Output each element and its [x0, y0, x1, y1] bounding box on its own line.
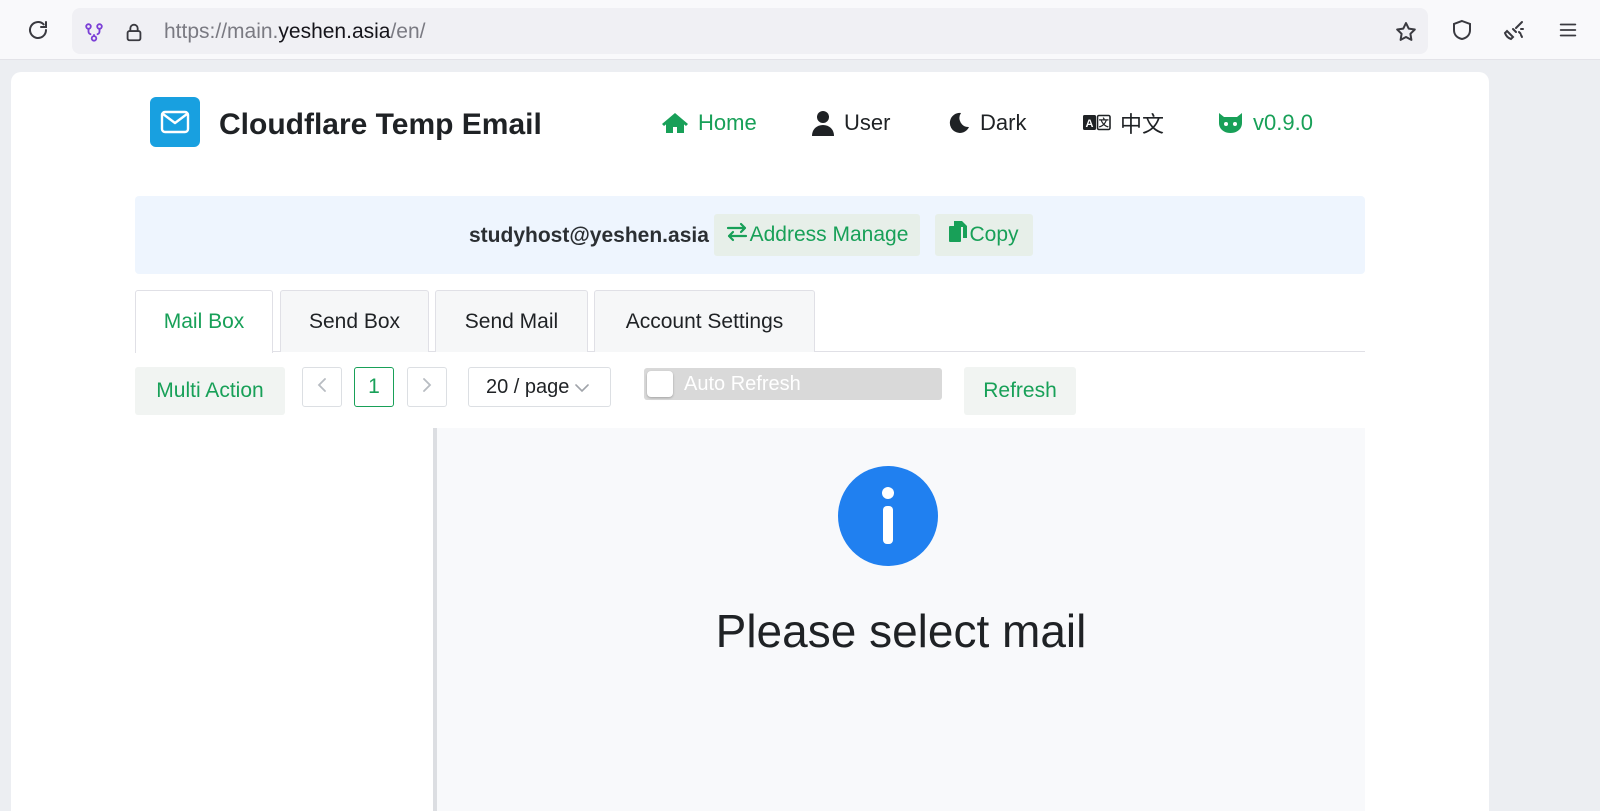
tab-bar: Mail Box Send Box Send Mail Account Sett… — [135, 290, 1365, 353]
browser-toolbar: https://main.yeshen.asia/en/ — [0, 0, 1600, 60]
copy-icon — [949, 221, 968, 249]
tab-mail-box[interactable]: Mail Box — [135, 290, 273, 353]
chevron-down-icon — [575, 376, 590, 399]
menu-icon[interactable] — [1552, 14, 1584, 46]
url-bar[interactable]: https://main.yeshen.asia/en/ — [72, 8, 1428, 54]
mail-detail-pane: Please select mail — [437, 428, 1365, 811]
address-manage-button[interactable]: Address Manage — [714, 214, 920, 256]
lock-icon[interactable] — [120, 18, 148, 46]
tab-send-box[interactable]: Send Box — [280, 290, 429, 352]
refresh-button[interactable]: Refresh — [964, 367, 1076, 415]
info-icon — [838, 466, 938, 566]
mail-logo-icon[interactable] — [150, 97, 200, 147]
translate-icon: A文 — [1083, 114, 1111, 132]
home-icon — [661, 111, 689, 135]
prev-page-button[interactable] — [302, 367, 342, 407]
site-permissions-icon[interactable] — [80, 18, 108, 46]
page-number-current[interactable]: 1 — [354, 367, 394, 407]
address-bar: studyhost@yeshen.asia Address Manage Cop… — [135, 196, 1365, 274]
nav-language[interactable]: A文 中文 — [1083, 108, 1164, 138]
multi-action-button[interactable]: Multi Action — [135, 367, 285, 415]
nav-user[interactable]: User — [811, 108, 890, 138]
empty-state-message: Please select mail — [715, 605, 1087, 657]
github-icon — [1217, 111, 1244, 135]
nav-version-github[interactable]: v0.9.0 — [1217, 108, 1313, 138]
chevron-left-icon — [317, 377, 327, 398]
extensions-broom-icon[interactable] — [1498, 14, 1530, 46]
url-text[interactable]: https://main.yeshen.asia/en/ — [164, 20, 426, 44]
chevron-right-icon — [422, 377, 432, 398]
next-page-button[interactable] — [407, 367, 447, 407]
tab-send-mail[interactable]: Send Mail — [435, 290, 588, 352]
copy-button[interactable]: Copy — [935, 214, 1033, 256]
svg-text:文: 文 — [1099, 117, 1110, 130]
auto-refresh-toggle[interactable]: Auto Refresh — [644, 368, 942, 400]
swap-arrows-icon — [726, 222, 748, 248]
email-address: studyhost@yeshen.asia — [469, 224, 709, 247]
user-icon — [811, 110, 835, 136]
reload-icon[interactable] — [22, 14, 54, 46]
moon-icon — [947, 111, 971, 135]
bookmark-star-icon[interactable] — [1392, 18, 1420, 46]
tab-account-settings[interactable]: Account Settings — [594, 290, 815, 352]
mail-list — [135, 428, 435, 811]
page-size-select[interactable]: 20 / page — [468, 367, 611, 407]
site-title: Cloudflare Temp Email — [219, 108, 542, 141]
svg-text:A: A — [1086, 118, 1094, 130]
nav-dark-mode[interactable]: Dark — [947, 108, 1026, 138]
shield-icon[interactable] — [1446, 14, 1478, 46]
toggle-knob — [647, 371, 673, 397]
nav-home[interactable]: Home — [661, 108, 757, 138]
auto-refresh-label: Auto Refresh — [684, 373, 801, 395]
page-card: Cloudflare Temp Email Home User Dark A文 … — [11, 72, 1489, 811]
